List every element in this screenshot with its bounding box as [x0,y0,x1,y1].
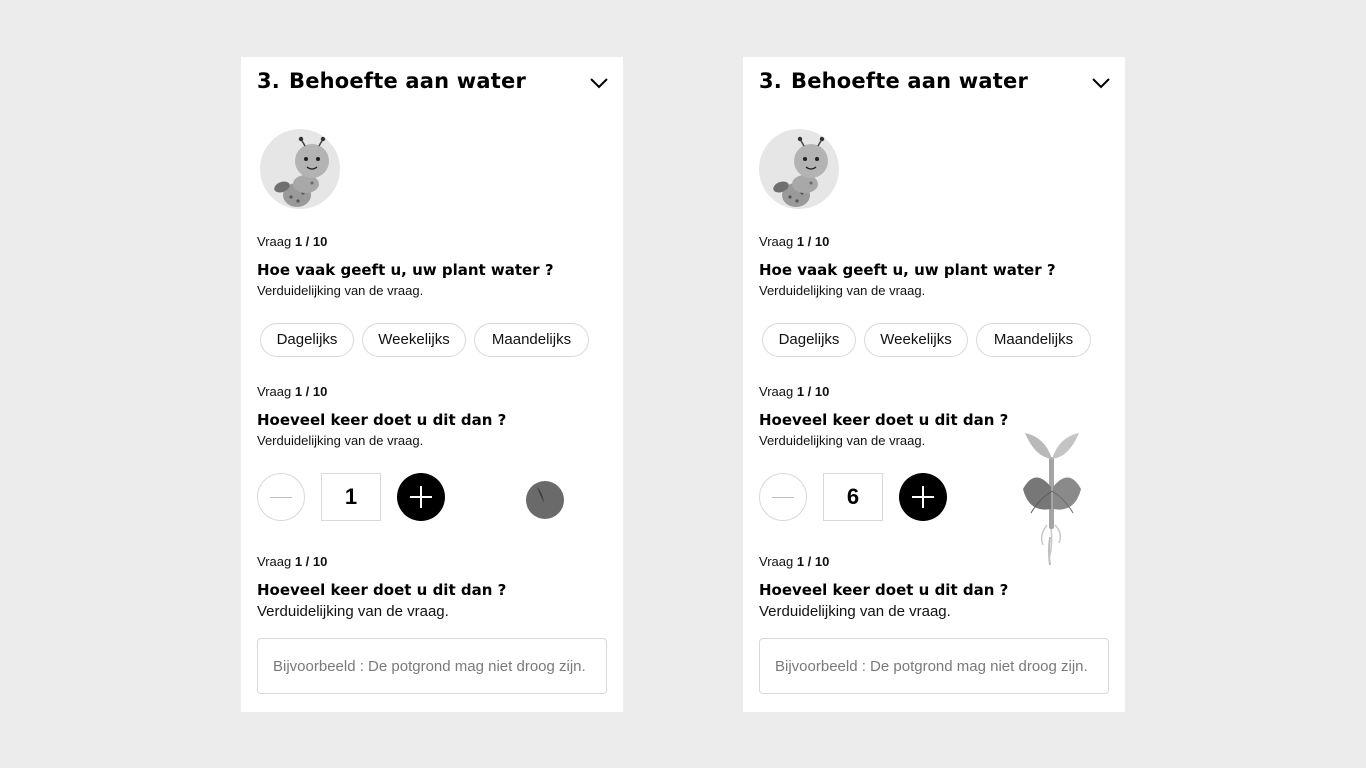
question-counter: Vraag 1 / 10 [759,234,829,249]
question-counter: Vraag 1 / 10 [759,384,829,399]
increment-button[interactable] [397,473,445,521]
question-counter-label: Vraag [257,554,292,569]
answer-input[interactable] [257,638,607,694]
question-counter: Vraag 1 / 10 [257,384,327,399]
sprouting-plant-icon [1023,433,1081,566]
decrement-button[interactable] [759,473,807,521]
question-counter-label: Vraag [759,554,794,569]
question-title: Hoeveel keer doet u dit dan ? [257,411,507,429]
question-counter: Vraag 1 / 10 [257,234,327,249]
question-description: Verduidelijking van de vraag. [759,433,926,448]
decrement-button[interactable] [257,473,305,521]
quantity-value[interactable]: 1 [321,473,381,521]
question-counter-value: 1 / 10 [294,234,328,249]
section-number: 3. [759,69,782,93]
question-counter-label: Vraag [759,384,794,399]
increment-button[interactable] [899,473,947,521]
question-description: Verduidelijking van de vraag. [257,283,424,298]
question-counter-value: 1 / 10 [796,234,830,249]
section-title: Behoefte aan water [289,69,527,93]
section-title: Behoefte aan water [791,69,1029,93]
caterpillar-mascot-icon [260,129,340,209]
option-dagelijks[interactable]: Dagelijks [762,323,856,357]
question-card-left: 3. Behoefte aan water Vraag 1 / 10 Hoe v… [241,57,623,712]
section-header[interactable]: 3. Behoefte aan water [759,69,1111,99]
chevron-down-icon[interactable] [1091,75,1111,91]
question-counter-value: 1 / 10 [796,554,830,569]
caterpillar-mascot-icon [759,129,839,209]
answer-input[interactable] [759,638,1109,694]
question-counter-value: 1 / 10 [294,554,328,569]
section-header[interactable]: 3. Behoefte aan water [257,69,609,99]
seed-icon [526,481,564,519]
question-counter-label: Vraag [759,234,794,249]
chevron-down-icon[interactable] [589,75,609,91]
question-counter-value: 1 / 10 [294,384,328,399]
question-description: Verduidelijking van de vraag. [759,603,951,620]
question-title: Hoeveel keer doet u dit dan ? [759,411,1009,429]
question-counter: Vraag 1 / 10 [257,554,327,569]
question-title: Hoe vaak geeft u, uw plant water ? [759,261,1056,279]
option-dagelijks[interactable]: Dagelijks [260,323,354,357]
option-maandelijks[interactable]: Maandelijks [474,323,589,357]
question-description: Verduidelijking van de vraag. [257,433,424,448]
question-title: Hoeveel keer doet u dit dan ? [759,581,1009,599]
question-counter: Vraag 1 / 10 [759,554,829,569]
question-title: Hoeveel keer doet u dit dan ? [257,581,507,599]
question-counter-value: 1 / 10 [796,384,830,399]
option-weekelijks[interactable]: Weekelijks [362,323,466,357]
question-card-right: 3. Behoefte aan water Vraag 1 / 10 Hoe v… [743,57,1125,712]
question-description: Verduidelijking van de vraag. [257,603,449,620]
question-counter-label: Vraag [257,234,292,249]
quantity-value[interactable]: 6 [823,473,883,521]
question-description: Verduidelijking van de vraag. [759,283,926,298]
option-maandelijks[interactable]: Maandelijks [976,323,1091,357]
option-weekelijks[interactable]: Weekelijks [864,323,968,357]
section-number: 3. [257,69,280,93]
question-counter-label: Vraag [257,384,292,399]
question-title: Hoe vaak geeft u, uw plant water ? [257,261,554,279]
